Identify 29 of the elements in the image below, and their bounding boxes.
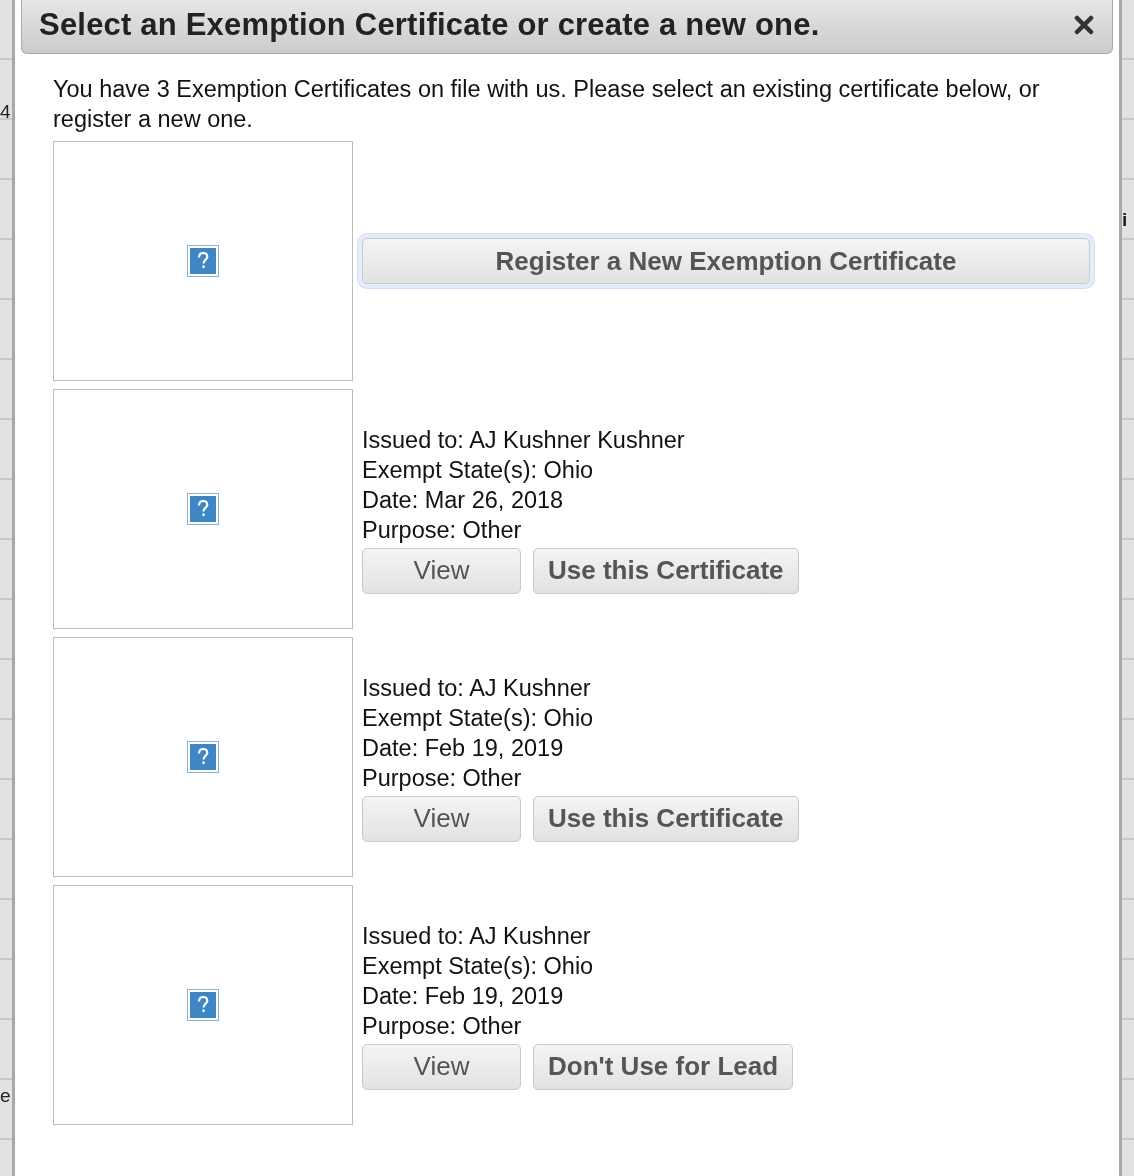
dialog-title: Select an Exemption Certificate or create a new one.: [39, 6, 820, 43]
view-button[interactable]: View: [362, 547, 521, 594]
certificate-detail: Purpose: Other: [362, 1011, 523, 1041]
certificate-detail: Issued to: AJ Kushner Kushner: [362, 425, 686, 455]
certificate-detail: Date: Feb 19, 2019: [362, 733, 565, 763]
close-button[interactable]: [1074, 14, 1094, 35]
view-button[interactable]: View: [362, 1043, 521, 1090]
close-icon: [1074, 14, 1094, 35]
broken-image-icon: [187, 741, 219, 773]
action-button[interactable]: Use this Certificate: [533, 547, 799, 594]
certificate-detail: Date: Feb 19, 2019: [362, 981, 565, 1011]
certificate-detail: Exempt State(s): Ohio: [362, 951, 595, 981]
action-button[interactable]: Don't Use for Lead: [533, 1043, 794, 1090]
intro-text: You have 3 Exemption Certificates on file with us. Please select an existing certificate below, or register a new one.: [53, 75, 1041, 134]
view-button[interactable]: View: [362, 795, 521, 842]
certificate-detail: Date: Mar 26, 2018: [362, 485, 565, 515]
broken-image-icon: [187, 245, 219, 277]
broken-image-icon: [187, 493, 219, 525]
background-text: e: [0, 1084, 11, 1108]
certificate-detail: Exempt State(s): Ohio: [362, 703, 595, 733]
background-text: i: [1122, 208, 1128, 232]
certificate-detail: Issued to: AJ Kushner: [362, 921, 592, 951]
certificate-detail: Exempt State(s): Ohio: [362, 455, 595, 485]
certificate-detail: Purpose: Other: [362, 515, 523, 545]
certificate-detail: Issued to: AJ Kushner: [362, 673, 592, 703]
certificate-detail: Purpose: Other: [362, 763, 523, 793]
background-text: 4: [0, 100, 11, 124]
broken-image-icon: [187, 989, 219, 1021]
action-button[interactable]: Use this Certificate: [533, 795, 799, 842]
